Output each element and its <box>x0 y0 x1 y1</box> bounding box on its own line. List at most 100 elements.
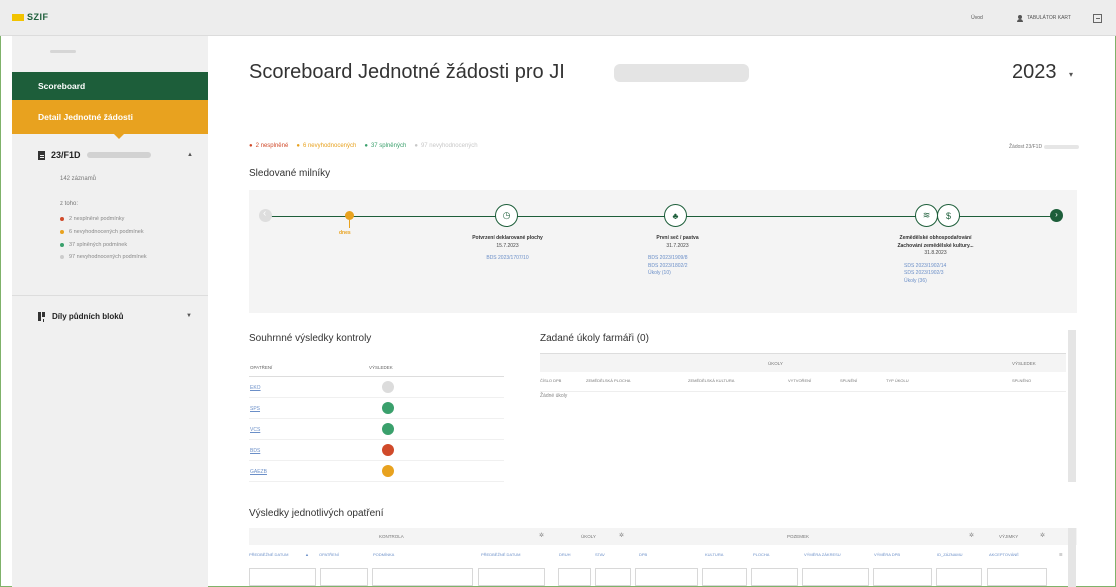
measure-link[interactable]: SPS <box>250 406 260 412</box>
measures-col[interactable]: ID_ZÁZNAMU <box>937 552 963 557</box>
measures-col[interactable]: DRUH <box>559 552 571 557</box>
results-table: OPATŘENÍ VÝSLEDEK EKO SPS VCS BDS GAEZB <box>249 360 504 482</box>
sort-up-icon[interactable]: ▲ <box>305 552 309 557</box>
blocks-label: Díly půdních bloků <box>52 312 124 321</box>
money-icon[interactable]: $ <box>937 204 960 227</box>
tasks-col[interactable]: ZEMĚDĚLSKÁ KULTURA <box>688 378 734 383</box>
tasks-group-header: ÚKOLY VÝSLEDEK <box>540 354 1066 372</box>
milestone-link[interactable]: BDS 2023/1802/2 <box>610 263 745 271</box>
sidebar-item-blocks[interactable]: Díly půdních bloků <box>38 312 124 321</box>
tasks-col[interactable]: ČÍSLO DPB <box>540 378 561 383</box>
document-id: 23/F1D <box>51 150 81 160</box>
measures-col[interactable]: DPB <box>639 552 647 557</box>
filter-input[interactable] <box>635 568 698 586</box>
filter-input[interactable] <box>873 568 932 586</box>
tasks-col[interactable]: ZEMĚDĚLSKÁ PLOCHA <box>586 378 630 383</box>
timeline-prev-button[interactable] <box>259 208 272 222</box>
measure-link[interactable]: BDS <box>250 448 260 454</box>
user-menu[interactable]: TABULÁTOR KART <box>1016 14 1071 22</box>
calendar-check-icon[interactable]: ◷ <box>495 204 518 227</box>
gear-icon[interactable]: ✲ <box>539 532 544 539</box>
milestone-1: Potvrzení deklarované plochy 15.7.2023 B… <box>440 235 575 263</box>
year-caret-icon[interactable]: ▾ <box>1069 70 1073 79</box>
application-id-label: Žádost 23/F1D <box>1009 144 1043 150</box>
tasks-col[interactable]: SPLNĚNO <box>1012 378 1031 383</box>
measures-col[interactable]: PŘEDBĚŽNÉ DATUM <box>481 552 520 557</box>
tasks-col[interactable]: SPLNĚNÍ <box>840 378 857 383</box>
measures-col[interactable]: AKCEPTOVÁNÉ <box>989 552 1019 557</box>
home-link[interactable]: Úvod <box>971 15 983 21</box>
blocks-icon <box>38 312 46 321</box>
measures-title: Výsledky jednotlivých opatření <box>249 508 384 519</box>
tasks-scrollbar[interactable] <box>1068 330 1076 482</box>
condition-item: 6 nevyhodnocených podmínek <box>60 226 147 239</box>
condition-list: 2 nesplněné podmínky 6 nevyhodnocených p… <box>60 213 147 264</box>
gear-icon[interactable]: ✲ <box>1040 532 1045 539</box>
measures-col[interactable]: VÝMĚRA ZÁKRESU <box>804 552 841 557</box>
milestone-link[interactable]: BDS 2023/1707/10 <box>440 255 575 263</box>
table-row: GAEZB <box>249 461 504 482</box>
tasks-table: ÚKOLY VÝSLEDEK ČÍSLO DPB ZEMĚDĚLSKÁ PLOC… <box>540 353 1066 481</box>
milestone-link[interactable]: SDS 2023/1902/3 <box>868 270 1003 278</box>
gear-icon[interactable]: ✲ <box>619 532 624 539</box>
measures-col[interactable]: OPATŘENÍ <box>319 552 339 557</box>
chevron-down-icon[interactable]: ▼ <box>186 313 192 319</box>
field-icon[interactable]: ≋ <box>915 204 938 227</box>
measure-link[interactable]: GAEZB <box>250 469 267 475</box>
measure-link[interactable]: EKO <box>250 385 261 391</box>
logo[interactable]: SZIF <box>12 12 49 22</box>
results-header: OPATŘENÍ VÝSLEDEK <box>249 360 504 377</box>
filter-input[interactable] <box>702 568 747 586</box>
top-right-area: Úvod TABULÁTOR KART <box>971 0 1116 36</box>
milestone-link[interactable]: BDS 2023/1909/8 <box>610 255 745 263</box>
chevron-up-icon[interactable]: ▲ <box>187 152 193 158</box>
of-which-label: z toho: <box>60 201 79 207</box>
measures-col[interactable]: KULTURA <box>705 552 723 557</box>
condition-label: 97 nevyhodnocených podmínek <box>69 254 147 261</box>
measures-col[interactable]: VÝMĚRA DPB <box>874 552 900 557</box>
measure-link[interactable]: VCS <box>250 427 260 433</box>
condition-label: 6 nevyhodnocených podmínek <box>69 229 144 236</box>
filter-input[interactable] <box>595 568 631 586</box>
milestone-link[interactable]: Úkoly (10) <box>610 270 745 278</box>
filter-input[interactable] <box>249 568 316 586</box>
document-row[interactable]: 23/F1D <box>38 150 198 160</box>
filter-input[interactable] <box>320 568 368 586</box>
filter-input[interactable] <box>751 568 798 586</box>
measures-col[interactable]: STAV <box>595 552 605 557</box>
logo-text: SZIF <box>27 12 49 22</box>
measures-scrollbar[interactable] <box>1068 528 1076 587</box>
condition-label: 2 nesplněné podmínky <box>69 216 125 223</box>
measures-group-label: POZEMEK <box>787 534 810 539</box>
columns-menu-icon[interactable]: ☰ <box>1059 552 1063 557</box>
milestone-link[interactable]: SDS 2023/1902/14 <box>868 263 1003 271</box>
gear-icon[interactable]: ✲ <box>969 532 974 539</box>
nav-notch <box>114 134 124 139</box>
table-row: VCS <box>249 419 504 440</box>
filter-input[interactable] <box>802 568 869 586</box>
year-select[interactable]: 2023 <box>1012 61 1057 84</box>
tasks-col[interactable]: TYP ÚKOLU <box>886 378 909 383</box>
measures-col[interactable]: PODMÍNKA <box>373 552 394 557</box>
logout-icon[interactable] <box>1093 13 1102 23</box>
sidebar-redacted-text <box>50 50 76 53</box>
milestone-link[interactable]: Úkoly (36) <box>868 278 1003 286</box>
condition-dot <box>60 217 64 222</box>
sidebar-item-detail[interactable]: Detail Jednotné žádosti <box>12 100 208 134</box>
filter-input[interactable] <box>372 568 473 586</box>
timeline-next-button[interactable]: › <box>1050 209 1063 222</box>
filter-input[interactable] <box>936 568 982 586</box>
table-row: BDS <box>249 440 504 461</box>
filter-input[interactable] <box>558 568 591 586</box>
filter-input[interactable] <box>987 568 1047 586</box>
tractor-icon[interactable]: ♣ <box>664 204 687 227</box>
timeline-now-line <box>349 220 350 228</box>
results-col-measure: OPATŘENÍ <box>250 365 273 370</box>
tasks-col[interactable]: VYTVOŘENÍ <box>788 378 811 383</box>
filter-input[interactable] <box>478 568 545 586</box>
sidebar-item-scoreboard[interactable]: Scoreboard <box>12 72 208 100</box>
summary-passed: ● 37 splněných <box>364 143 407 149</box>
measures-col[interactable]: PŘEDBĚŽNÉ DATUM <box>249 552 288 557</box>
measures-col[interactable]: PLOCHA <box>753 552 769 557</box>
milestone-name: Zemědělské obhospodařování <box>899 235 972 241</box>
